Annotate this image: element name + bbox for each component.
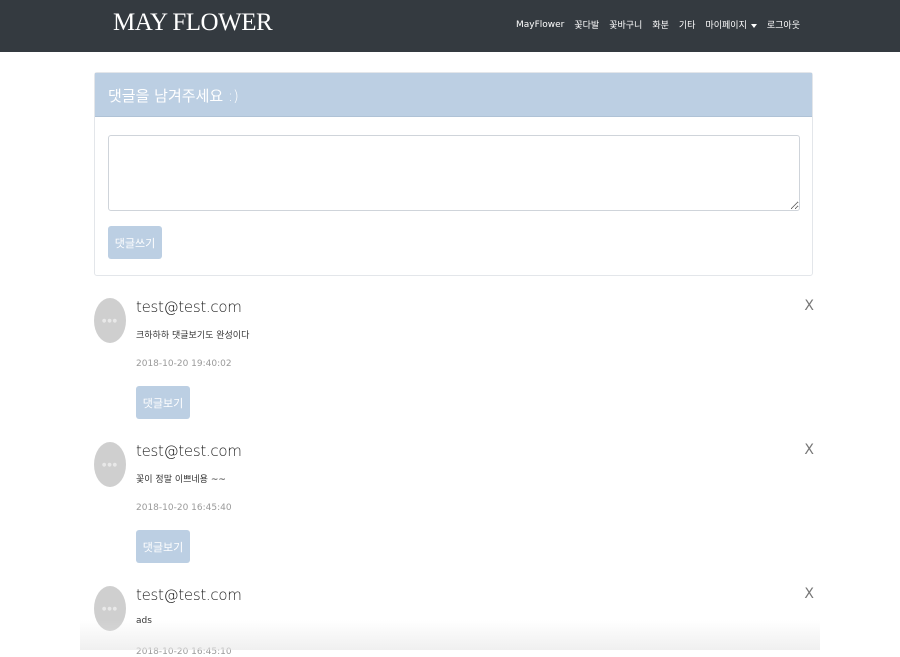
nav-item-pot[interactable]: 화분 (652, 18, 669, 31)
nav-item-mypage-label: 마이페이지 (705, 21, 747, 31)
delete-comment-button[interactable]: X (804, 298, 814, 314)
comment-form-title: 댓글을 남겨주세요 :) (108, 87, 239, 105)
brand-logo[interactable]: MAY FLOWER (113, 9, 273, 37)
comment-author: test@test.com (136, 586, 242, 604)
delete-comment-button[interactable]: X (804, 586, 814, 602)
avatar: ●●● (94, 586, 126, 631)
nav-item-basket[interactable]: 꽃바구니 (609, 18, 642, 31)
view-replies-button[interactable]: 댓글보기 (136, 386, 190, 419)
comment-form-header: 댓글을 남겨주세요 :) (95, 73, 812, 117)
avatar-placeholder-icon: ●●● (101, 605, 119, 612)
avatar-placeholder-icon: ●●● (101, 317, 119, 324)
comment-body: 꽃이 정말 이쁘네용 ~~ (136, 475, 226, 485)
nav-item-bouquet[interactable]: 꽃다발 (574, 18, 599, 31)
comment-date: 2018-10-20 16:45:40 (136, 503, 232, 513)
comment-author: test@test.com (136, 298, 242, 316)
delete-comment-button[interactable]: X (804, 442, 814, 458)
comment-body: 크하하하 댓글보기도 완성이다 (136, 331, 250, 341)
comment-date: 2018-10-20 16:45:10 (136, 647, 232, 657)
comment-form-card: 댓글을 남겨주세요 :) 댓글쓰기 (94, 72, 813, 276)
comment-author: test@test.com (136, 442, 242, 460)
avatar: ●●● (94, 442, 126, 487)
nav-menu: MayFlower 꽃다발 꽃바구니 화분 기타 마이페이지 로그아웃 (516, 18, 800, 32)
view-replies-button[interactable]: 댓글보기 (136, 530, 190, 563)
nav-item-mayflower[interactable]: MayFlower (516, 20, 564, 30)
avatar: ●●● (94, 298, 126, 343)
comment-date: 2018-10-20 19:40:02 (136, 359, 232, 369)
nav-item-etc[interactable]: 기타 (679, 18, 696, 31)
nav-item-mypage-dropdown[interactable]: 마이페이지 (705, 18, 757, 31)
comment-body: ads (136, 616, 152, 626)
comment-submit-button[interactable]: 댓글쓰기 (108, 226, 162, 259)
avatar-placeholder-icon: ●●● (101, 461, 119, 468)
scroll-shadow (80, 620, 820, 650)
top-navbar: MAY FLOWER MayFlower 꽃다발 꽃바구니 화분 기타 마이페이… (0, 0, 900, 52)
comment-textarea[interactable] (108, 135, 800, 211)
caret-down-icon (750, 23, 757, 28)
nav-item-logout[interactable]: 로그아웃 (767, 18, 800, 31)
